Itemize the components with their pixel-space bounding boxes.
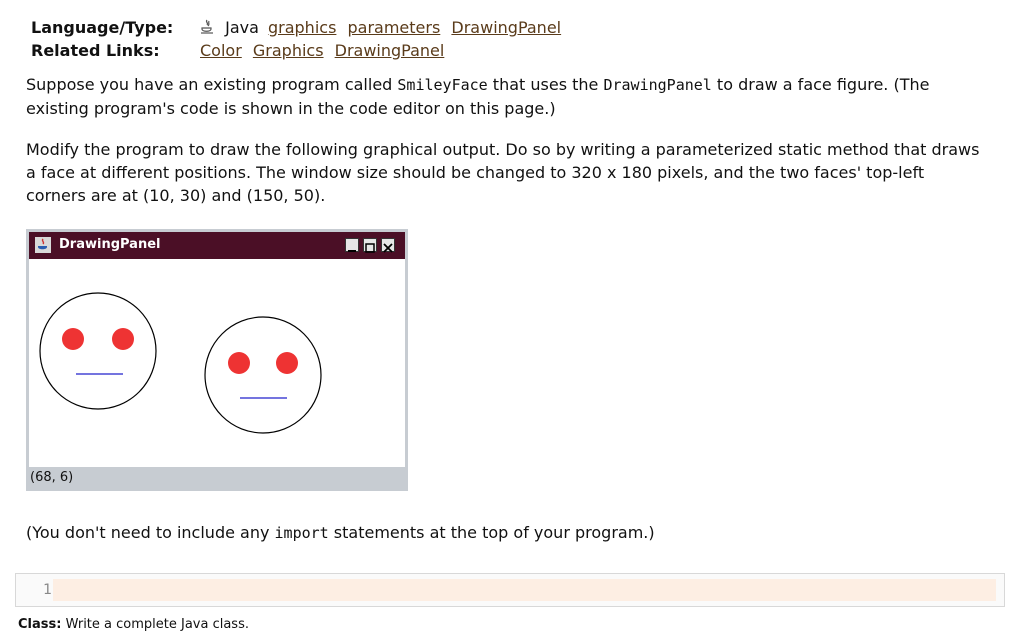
related-link-graphics[interactable]: Graphics [253,41,324,60]
java-app-icon [35,237,51,253]
mouse-coordinates-status: (68, 6) [30,470,74,485]
java-icon [201,19,213,34]
maximize-icon [365,243,375,253]
related-links-values: Color Graphics DrawingPanel [200,40,450,62]
code-editor[interactable]: 1 [15,573,1005,607]
faces-drawing [39,292,322,434]
class-label: Class: [18,617,62,632]
drawingpanel-window: DrawingPanel (68, 6) [26,229,408,491]
language-type-label: Language/Type: [31,18,174,37]
related-link-color[interactable]: Color [200,41,242,60]
import-note: (You don't need to include any import st… [26,523,655,542]
class-text: Write a complete Java class. [61,617,249,632]
code-drawingpanel: DrawingPanel [603,76,712,94]
language-type-values: Java graphics parameters DrawingPanel [200,17,567,39]
close-button[interactable] [381,238,395,253]
maximize-button[interactable] [363,238,377,253]
face-2 [204,316,322,434]
face-1 [39,292,157,410]
language-value: Java [225,18,259,37]
line-number: 1 [43,582,52,598]
minimize-button[interactable] [345,238,359,252]
window-title: DrawingPanel [59,237,161,252]
close-icon [383,243,393,253]
code-line-1[interactable] [53,579,996,601]
link-graphics[interactable]: graphics [268,18,336,37]
intro-paragraph: Suppose you have an existing program cal… [26,75,930,118]
drawing-canvas[interactable] [29,259,405,467]
related-links-label: Related Links: [31,41,160,60]
class-requirement: Class: Write a complete Java class. [18,617,249,632]
instructions-paragraph: Modify the program to draw the following… [26,140,980,205]
code-import: import [274,524,329,542]
link-drawingpanel[interactable]: DrawingPanel [451,18,561,37]
window-titlebar[interactable]: DrawingPanel [29,232,405,259]
code-smileyface: SmileyFace [397,76,488,94]
related-link-drawingpanel[interactable]: DrawingPanel [335,41,445,60]
minimize-icon [348,250,356,252]
link-parameters[interactable]: parameters [348,18,441,37]
